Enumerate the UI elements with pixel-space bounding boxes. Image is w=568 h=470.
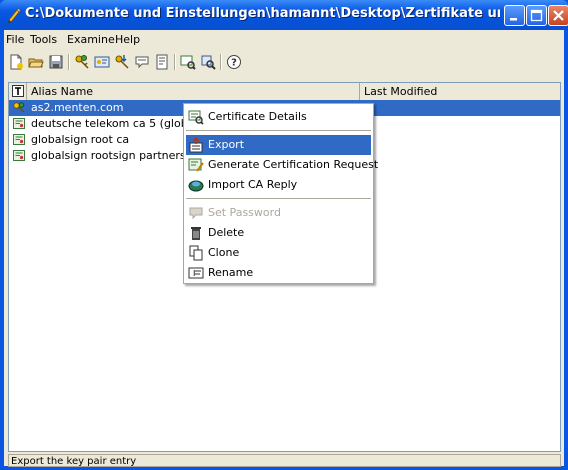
import-ca-reply-icon [188,180,204,192]
examine-certificate-icon[interactable] [180,54,196,70]
alias-cell: globalsign root ca [31,133,130,146]
menu-separator [186,198,371,199]
table-header: Alias Name Last Modified [9,83,560,101]
menu-item-label: Clone [208,246,240,259]
rename-icon: I [188,267,204,279]
import-keypair-icon[interactable] [114,54,130,70]
clone-icon [189,245,203,261]
minimize-button[interactable] [504,5,525,26]
app-pen-icon [8,8,21,23]
toolbar-separator [68,54,70,70]
menu-item-export[interactable]: Export [186,135,371,155]
status-bar: Export the key pair entry [8,454,561,467]
maximize-icon [530,9,543,22]
close-icon [553,10,564,21]
menu-separator [186,130,371,131]
keypair-icon [13,102,25,113]
menu-file[interactable]: File [6,33,24,46]
toolbar-separator [174,54,176,70]
certificate-icon [13,118,25,129]
window-title: C:\Dokumente und Einstellungen\hamannt\D… [25,6,500,21]
menu-item-import-ca-reply[interactable]: Import CA Reply [186,175,371,195]
last-modified-column-header[interactable]: Last Modified [360,83,560,100]
keystore-report-icon[interactable] [154,54,170,70]
menu-help[interactable]: Help [115,33,140,46]
menu-item-set-password: Set Password [186,203,371,223]
menu-item-certificate-details[interactable]: Certificate Details [186,107,371,127]
generate-secret-key-icon[interactable] [94,54,110,70]
menu-item-label: Set Password [208,206,281,219]
alias-name-column-header[interactable]: Alias Name [27,83,360,100]
set-password-icon [189,207,203,220]
menu-item-delete[interactable]: Delete [186,223,371,243]
menu-item-clone[interactable]: Clone [186,243,371,263]
type-column-icon [12,85,24,97]
menu-item-label: Export [208,138,245,151]
minimize-icon [510,18,517,21]
certificate-icon [13,150,25,161]
close-button[interactable] [548,5,568,26]
help-icon[interactable]: ? [226,54,242,70]
app-window: C:\Dokumente und Einstellungen\hamannt\D… [0,0,568,470]
examine-ssl-icon[interactable] [200,54,216,70]
menu-item-generate-csr[interactable]: Generate Certification Request [186,155,378,175]
menu-item-label: Import CA Reply [208,178,298,191]
toolbar: ? [4,50,564,74]
menu-item-label: Delete [208,226,245,239]
title-bar[interactable]: C:\Dokumente und Einstellungen\hamannt\D… [0,0,568,30]
menu-item-label: Generate Certification Request [208,158,379,171]
svg-text:?: ? [231,58,237,69]
open-keystore-icon[interactable] [28,54,44,70]
type-column-header[interactable] [9,83,27,100]
set-password-icon[interactable] [134,54,150,70]
menu-item-label: Certificate Details [208,110,307,123]
maximize-button[interactable] [526,5,547,26]
save-keystore-icon[interactable] [48,54,64,70]
alias-cell: as2.menten.com [31,101,124,114]
generate-keypair-icon[interactable] [74,54,90,70]
toolbar-separator [220,54,222,70]
menu-item-rename[interactable]: I Rename [186,263,371,283]
context-menu: Certificate Details Export Generate Cert… [183,103,378,284]
certificate-icon [13,134,25,145]
export-icon [189,137,203,153]
menu-examine[interactable]: Examine [67,33,115,46]
menu-item-label: Rename [208,266,254,279]
menu-tools[interactable]: Tools [30,33,57,46]
new-keystore-icon[interactable] [8,54,24,70]
generate-csr-icon [188,158,204,172]
delete-trash-icon [191,227,201,240]
menu-bar: File Tools Examine Help [4,30,564,49]
certificate-details-icon [188,110,204,125]
